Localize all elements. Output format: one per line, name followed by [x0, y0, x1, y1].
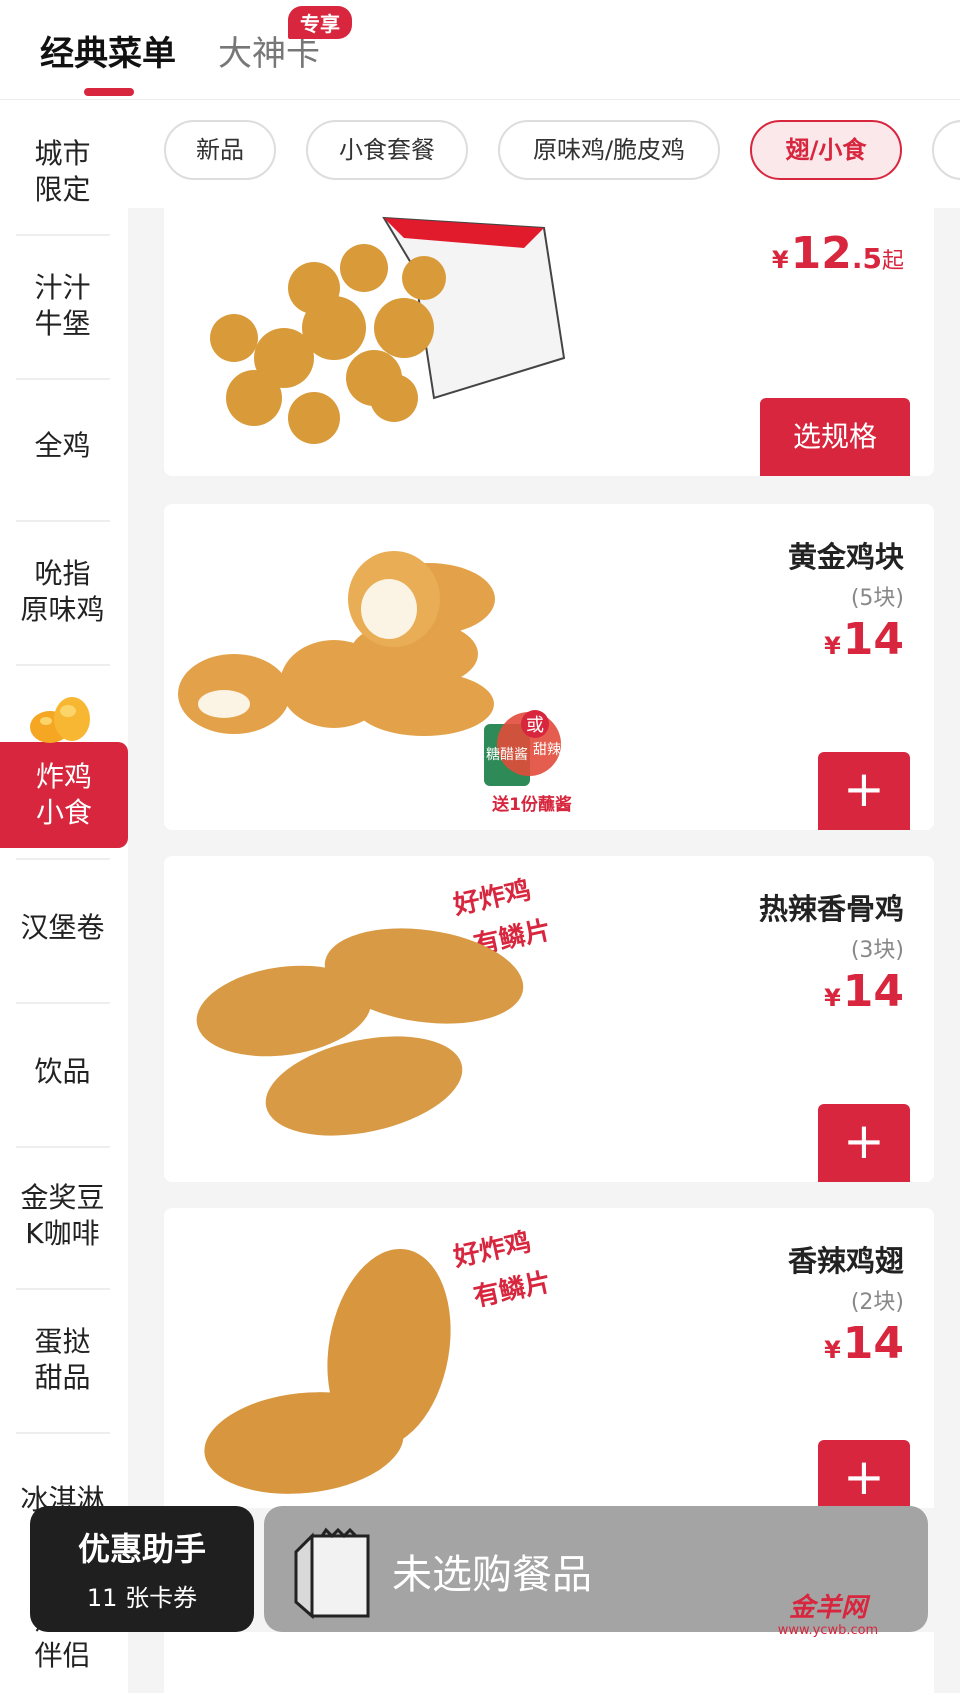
- dipping-sauce-note: 送1份蘸酱: [492, 794, 572, 815]
- sidebar-item-label: 饮品: [34, 1055, 91, 1088]
- tab-god-card-label: 大神卡: [218, 34, 320, 74]
- category-sidebar: 城市 限定 汁汁 牛堡 全鸡 吮指 原味鸡 炸鸡 小食 汉堡卷 饮品 金奖豆 K咖啡 蛋挞…: [0, 100, 128, 1693]
- sidebar-item-egg-tart[interactable]: 蛋挞 甜品: [0, 1304, 125, 1416]
- price-integer: 14: [842, 1318, 904, 1369]
- price-integer: 14: [842, 614, 904, 665]
- category-pill-bar: 新品 小食套餐 原味鸡/脆皮鸡 翅/小食: [128, 100, 960, 208]
- slogan-line-2: 有鳞片: [471, 1267, 554, 1313]
- sauce-sweet-sour-label: 糖醋酱: [486, 747, 528, 763]
- exclusive-badge: 专享: [288, 6, 352, 39]
- sidebar-item-label: 城市: [34, 137, 91, 170]
- sidebar-item-juicy-burger[interactable]: 汁汁 牛堡: [0, 250, 125, 362]
- slogan-line-1: 好炸鸡: [450, 874, 534, 921]
- watermark-text: 金羊网: [789, 1593, 871, 1623]
- sidebar-item-label: 原味鸡: [20, 593, 105, 626]
- sidebar-item-label: 汉堡卷: [20, 911, 105, 944]
- product-price: ¥14: [824, 1318, 904, 1369]
- product-name: 香辣鸡翅: [787, 1244, 904, 1278]
- shopping-bag-icon: [294, 1527, 370, 1620]
- product-quantity: (2块): [850, 1290, 904, 1315]
- product-name: 热辣香骨鸡: [758, 892, 904, 926]
- ycwb-watermark-logo: 金羊网 www.ycwb.com: [778, 1593, 878, 1638]
- or-label: 或: [526, 715, 544, 736]
- sidebar-item-city-limited[interactable]: 城市 限定: [0, 116, 125, 228]
- sidebar-item-original-recipe[interactable]: 吮指 原味鸡: [0, 536, 125, 648]
- product-card-golden-nuggets[interactable]: 或 糖醋酱 甜辣酱 送1份蘸酱 黄金鸡块 (5块) ¥14 +: [164, 504, 934, 830]
- slogan-line-1: 好炸鸡: [450, 1226, 534, 1273]
- cart-empty-text: 未选购餐品: [392, 1552, 592, 1598]
- sidebar-item-drinks[interactable]: 饮品: [0, 1016, 125, 1128]
- discount-assistant-title: 优惠助手: [77, 1530, 206, 1568]
- fried-chicken-icon: [30, 697, 90, 743]
- sidebar-item-label: K咖啡: [25, 1217, 100, 1250]
- sidebar-divider: [16, 858, 110, 860]
- product-price: ¥14: [824, 966, 904, 1017]
- tab-classic-menu-label: 经典菜单: [40, 34, 176, 74]
- sidebar-divider: [16, 1146, 110, 1148]
- sidebar-divider: [16, 664, 110, 666]
- sidebar-item-burger-wrap[interactable]: 汉堡卷: [0, 872, 125, 984]
- add-to-cart-button[interactable]: +: [818, 752, 910, 830]
- coupon-count: 11 张卡券: [86, 1584, 198, 1612]
- sauce-sweet-chili-label: 甜辣酱: [533, 742, 575, 758]
- sidebar-item-label: 蛋挞: [34, 1325, 91, 1358]
- product-price: ¥12.5起: [772, 228, 904, 279]
- sidebar-item-label: 汁汁: [34, 271, 91, 304]
- price-integer: 12: [790, 228, 852, 279]
- popcorn-chicken-image: [210, 216, 566, 444]
- sidebar-divider: [16, 520, 110, 522]
- add-to-cart-button[interactable]: +: [818, 1440, 910, 1508]
- currency-symbol: ¥: [824, 984, 841, 1012]
- sidebar-item-label: 小食: [35, 796, 92, 829]
- discount-assistant-button[interactable]: 优惠助手 11 张卡券: [30, 1506, 254, 1632]
- sidebar-divider: [16, 1288, 110, 1290]
- currency-symbol: ¥: [824, 632, 841, 660]
- sidebar-item-whole-chicken[interactable]: 全鸡: [0, 390, 125, 502]
- sidebar-item-label: 炸鸡: [35, 760, 92, 793]
- add-to-cart-button[interactable]: +: [818, 1104, 910, 1182]
- sidebar-item-label: 限定: [34, 173, 91, 206]
- top-tab-bar: 经典菜单 大神卡 专享: [0, 0, 960, 100]
- price-decimal: .5: [851, 242, 882, 275]
- select-spec-button[interactable]: 选规格: [760, 398, 910, 476]
- pill-original-crispy[interactable]: 原味鸡/脆皮鸡: [498, 120, 720, 180]
- sidebar-item-label: 吮指: [34, 557, 91, 590]
- currency-symbol: ¥: [824, 1336, 841, 1364]
- product-card-spicy-wings[interactable]: 好炸鸡 有鳞片 香辣鸡翅 (2块) ¥14 +: [164, 1208, 934, 1508]
- sidebar-divider: [16, 1002, 110, 1004]
- product-quantity: (3块): [850, 938, 904, 963]
- product-quantity: (5块): [850, 586, 904, 611]
- sidebar-item-label: 金奖豆: [20, 1181, 105, 1214]
- active-tab-indicator: [84, 88, 134, 96]
- product-card-partial[interactable]: [164, 1632, 934, 1693]
- sidebar-item-k-coffee[interactable]: 金奖豆 K咖啡: [0, 1160, 125, 1272]
- price-integer: 14: [842, 966, 904, 1017]
- sidebar-item-label: 牛堡: [34, 307, 91, 340]
- spicy-wings-image: 好炸鸡 有鳞片: [204, 1226, 554, 1494]
- pill-wings-snacks[interactable]: 翅/小食: [750, 120, 902, 180]
- sidebar-item-label: 伴侣: [34, 1639, 91, 1672]
- sidebar-divider: [16, 378, 110, 380]
- product-card-popcorn-chicken[interactable]: ¥12.5起 选规格: [164, 208, 934, 476]
- sidebar-divider: [16, 1432, 110, 1434]
- tab-classic-menu[interactable]: 经典菜单: [40, 30, 176, 96]
- watermark-url: www.ycwb.com: [778, 1623, 878, 1638]
- sidebar-item-label: 甜品: [34, 1361, 91, 1394]
- golden-nuggets-image: 或 糖醋酱 甜辣酱 送1份蘸酱: [178, 551, 575, 815]
- price-suffix: 起: [881, 249, 904, 274]
- pill-snack-combo[interactable]: 小食套餐: [306, 120, 468, 180]
- currency-symbol: ¥: [771, 246, 789, 274]
- hot-spicy-chicken-image: 好炸鸡 有鳞片: [196, 874, 554, 1136]
- product-price: ¥14: [824, 614, 904, 665]
- sidebar-item-label: 全鸡: [34, 429, 91, 462]
- sidebar-divider: [16, 234, 110, 236]
- product-name: 黄金鸡块: [787, 540, 904, 574]
- pill-new[interactable]: 新品: [164, 120, 276, 180]
- pill-next-partial[interactable]: [932, 120, 960, 180]
- product-card-hot-spicy-chicken[interactable]: 好炸鸡 有鳞片 热辣香骨鸡 (3块) ¥14 +: [164, 856, 934, 1182]
- sidebar-item-fried-chicken-snacks[interactable]: 炸鸡 小食: [0, 742, 128, 848]
